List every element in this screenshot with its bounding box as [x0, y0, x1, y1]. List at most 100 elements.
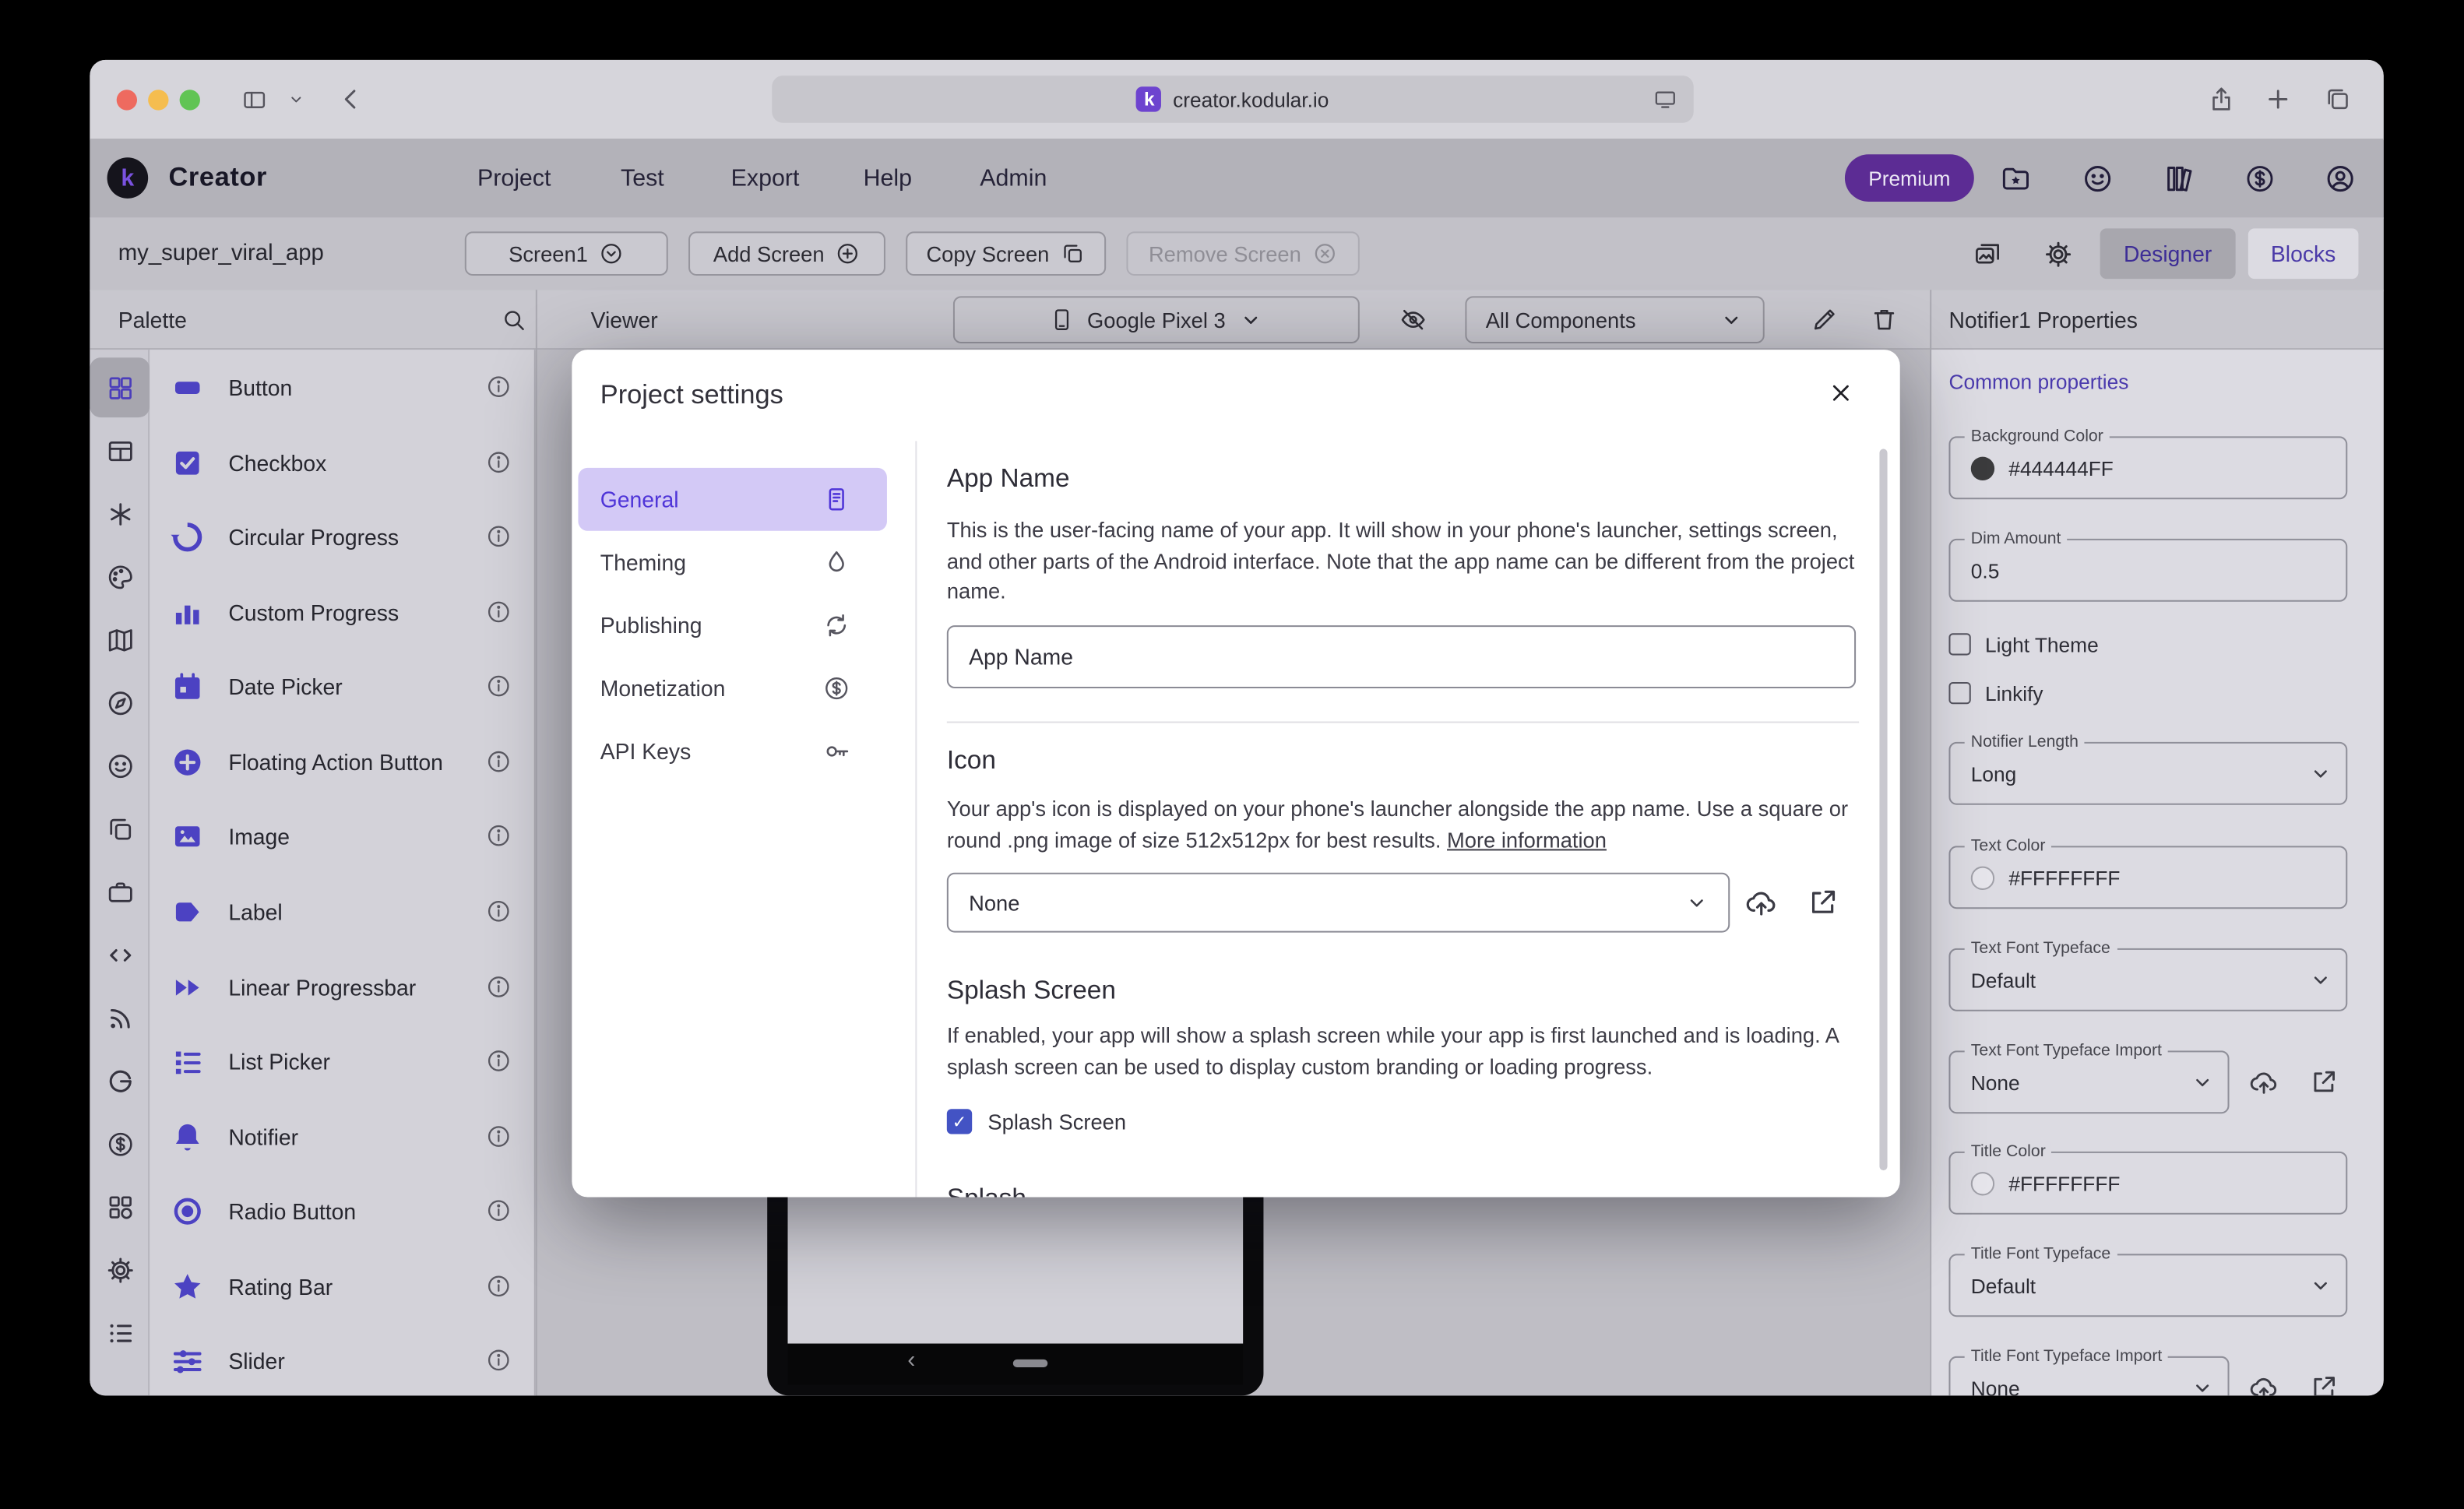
category-monetization[interactable] [90, 1113, 150, 1173]
add-screen-button[interactable]: Add Screen [688, 231, 885, 276]
palette-component-label[interactable]: Label [150, 874, 536, 948]
edit-screen-icon[interactable] [1810, 305, 1838, 333]
category-social[interactable] [90, 736, 150, 796]
sidebar-toggle-icon[interactable] [241, 86, 268, 112]
info-icon[interactable] [485, 673, 512, 699]
category-google[interactable] [90, 1050, 150, 1110]
palette-component-slider[interactable]: Slider [150, 1323, 536, 1395]
category-extensions[interactable] [90, 1177, 150, 1236]
chevron-down-icon[interactable] [287, 90, 305, 108]
category-layout[interactable] [90, 420, 150, 480]
field-background-color[interactable]: Background Color #444444FF [1948, 436, 2347, 499]
palette-component-checkbox[interactable]: Checkbox [150, 425, 536, 499]
category-advanced[interactable] [90, 1240, 150, 1300]
info-icon[interactable] [485, 1347, 512, 1374]
share-icon[interactable] [2207, 85, 2235, 113]
settings-nav-theming[interactable]: Theming [578, 531, 887, 594]
components-filter[interactable]: All Components [1465, 296, 1764, 343]
back-button[interactable] [337, 85, 365, 113]
visibility-toggle-icon[interactable] [1399, 305, 1427, 333]
settings-nav-general[interactable]: General [578, 468, 887, 531]
phone-back-button[interactable]: ‹ [907, 1347, 915, 1374]
palette-component-date-picker[interactable]: Date Picker [150, 649, 536, 723]
info-icon[interactable] [485, 1047, 512, 1074]
palette-component-notifier[interactable]: Notifier [150, 1099, 536, 1173]
category-media[interactable] [90, 547, 150, 607]
info-icon[interactable] [485, 973, 512, 1000]
upload-icon-button[interactable] [1744, 885, 1779, 920]
info-icon[interactable] [485, 599, 512, 625]
earnings-icon[interactable] [2244, 161, 2276, 194]
screen-selector-button[interactable]: Screen1 [465, 231, 668, 276]
premium-button[interactable]: Premium [1845, 154, 1974, 202]
open-icon-button[interactable] [1805, 885, 1840, 920]
palette-component-list-picker[interactable]: List Picker [150, 1024, 536, 1098]
open-font-icon[interactable] [2308, 1067, 2339, 1098]
category-utilities[interactable] [90, 925, 150, 985]
field-text-color[interactable]: Text Color #FFFFFFFF [1948, 846, 2347, 909]
palette-component-rating-bar[interactable]: Rating Bar [150, 1249, 536, 1323]
palette-component-circular-progress[interactable]: Circular Progress [150, 499, 536, 573]
upload-font-icon[interactable] [2248, 1372, 2279, 1395]
remove-screen-button[interactable]: Remove Screen [1126, 231, 1359, 276]
palette-component-button[interactable]: Button [150, 350, 536, 424]
more-information-link[interactable]: More information [1447, 828, 1607, 851]
close-icon[interactable] [1828, 380, 1854, 406]
info-icon[interactable] [485, 1197, 512, 1223]
settings-nav-api-keys[interactable]: API Keys [578, 720, 887, 783]
delete-component-icon[interactable] [1870, 305, 1898, 333]
info-icon[interactable] [485, 898, 512, 924]
checkbox-unchecked[interactable] [1948, 633, 1970, 655]
field-dim-amount[interactable]: Dim Amount 0.5 [1948, 539, 2347, 602]
info-icon[interactable] [485, 748, 512, 775]
field-text-font-import[interactable]: Text Font Typeface Import None [1948, 1050, 2229, 1113]
info-icon[interactable] [485, 449, 512, 476]
field-title-color[interactable]: Title Color #FFFFFFFF [1948, 1152, 2347, 1215]
checkbox-unchecked[interactable] [1948, 682, 1970, 704]
project-settings-gear-icon[interactable] [2043, 238, 2073, 268]
palette-component-fab[interactable]: Floating Action Button [150, 725, 536, 799]
palette-component-linear-progressbar[interactable]: Linear Progressbar [150, 950, 536, 1024]
library-icon[interactable] [2163, 161, 2196, 194]
palette-component-image[interactable]: Image [150, 799, 536, 873]
nav-item-test[interactable]: Test [621, 139, 664, 217]
nav-item-project[interactable]: Project [477, 139, 551, 217]
palette-component-custom-progress[interactable]: Custom Progress [150, 575, 536, 649]
assets-icon[interactable] [1973, 238, 2002, 268]
kodular-logo[interactable]: k [107, 157, 149, 199]
account-icon[interactable] [2324, 161, 2357, 194]
common-properties-link[interactable]: Common properties [1948, 370, 2128, 393]
light-theme-checkbox-row[interactable]: Light Theme [1948, 631, 2098, 656]
field-notifier-length[interactable]: Notifier Length Long [1948, 742, 2347, 805]
app-name-input[interactable] [947, 625, 1856, 688]
field-title-font-typeface[interactable]: Title Font Typeface Default [1948, 1254, 2347, 1317]
icon-select[interactable]: None [947, 873, 1730, 933]
blocks-tab[interactable]: Blocks [2248, 228, 2359, 279]
info-icon[interactable] [485, 1273, 512, 1300]
minimize-window-button[interactable] [147, 89, 167, 109]
projects-folder-icon[interactable] [1999, 161, 2032, 194]
device-selector[interactable]: Google Pixel 3 [953, 296, 1360, 343]
splash-checkbox-row[interactable]: ✓ Splash Screen [947, 1109, 1126, 1134]
info-icon[interactable] [485, 1123, 512, 1149]
new-tab-icon[interactable] [2264, 85, 2292, 113]
modal-scrollbar[interactable] [1879, 449, 1887, 1171]
open-font-icon[interactable] [2308, 1372, 2339, 1395]
palette-component-radio-button[interactable]: Radio Button [150, 1173, 536, 1247]
settings-nav-publishing[interactable]: Publishing [578, 594, 887, 657]
category-sensors[interactable] [90, 673, 150, 733]
phone-home-indicator[interactable] [1013, 1360, 1048, 1367]
designer-tab[interactable]: Designer [2100, 228, 2236, 279]
category-storage[interactable] [90, 862, 150, 922]
copy-screen-button[interactable]: Copy Screen [906, 231, 1106, 276]
info-icon[interactable] [485, 822, 512, 849]
category-maps[interactable] [90, 610, 150, 670]
category-connectivity[interactable] [90, 987, 150, 1047]
phone-screen[interactable] [788, 1192, 1244, 1343]
field-title-font-import[interactable]: Title Font Typeface Import None [1948, 1356, 2229, 1396]
checkbox-checked[interactable]: ✓ [947, 1109, 972, 1134]
category-experimental[interactable] [90, 484, 150, 543]
info-icon[interactable] [485, 523, 512, 550]
field-text-font-typeface[interactable]: Text Font Typeface Default [1948, 948, 2347, 1011]
monitor-icon[interactable] [1653, 86, 1677, 111]
